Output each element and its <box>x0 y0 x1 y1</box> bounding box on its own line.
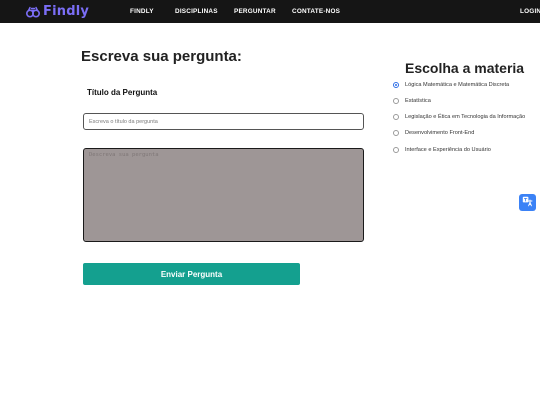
subject-option-label: Lógica Matemática e Matemática Discreta <box>405 82 510 88</box>
subject-option-label: Estatística <box>405 98 431 104</box>
page-title: Escreva sua pergunta: <box>81 48 242 65</box>
nav-link-contate-nos[interactable]: CONTATE-NOS <box>292 0 340 23</box>
nav-link-perguntar[interactable]: PERGUNTAR <box>234 0 276 23</box>
subject-option-label: Legislação e Ética em Tecnologia da Info… <box>405 114 526 120</box>
subject-heading: Escolha a materia <box>405 60 525 76</box>
radio-button[interactable] <box>393 130 399 136</box>
subject-option-label: Desenvolvimento Front-End <box>405 130 475 136</box>
nav-link-disciplinas[interactable]: DISCIPLINAS <box>175 0 218 23</box>
subject-option[interactable]: Estatística <box>393 96 431 106</box>
radio-button[interactable] <box>393 147 399 153</box>
question-body-textarea[interactable] <box>83 148 364 242</box>
logo-text: Findly <box>43 4 90 19</box>
logo-link[interactable]: Findly <box>26 3 89 20</box>
title-field-label: Título da Pergunta <box>87 88 158 97</box>
page: Findly FINDLY DISCIPLINAS PERGUNTAR CONT… <box>0 0 540 405</box>
translate-button[interactable] <box>519 194 536 211</box>
subject-option[interactable]: Legislação e Ética em Tecnologia da Info… <box>393 112 525 122</box>
radio-button[interactable] <box>393 114 399 120</box>
top-navbar: Findly FINDLY DISCIPLINAS PERGUNTAR CONT… <box>0 0 540 23</box>
binoculars-icon <box>26 5 40 19</box>
subject-option[interactable]: Interface e Experiência do Usuário <box>393 145 491 155</box>
subject-option[interactable]: Lógica Matemática e Matemática Discreta <box>393 80 509 90</box>
subject-option-label: Interface e Experiência do Usuário <box>405 147 491 153</box>
subject-option[interactable]: Desenvolvimento Front-End <box>393 128 474 138</box>
nav-link-findly[interactable]: FINDLY <box>130 0 154 23</box>
nav-link-login[interactable]: LOGIN O <box>520 0 540 23</box>
translate-icon <box>522 195 533 210</box>
question-title-input[interactable] <box>83 113 364 130</box>
radio-button[interactable] <box>393 98 399 104</box>
radio-button-selected[interactable] <box>393 82 399 88</box>
submit-question-button[interactable]: Enviar Pergunta <box>83 263 300 285</box>
